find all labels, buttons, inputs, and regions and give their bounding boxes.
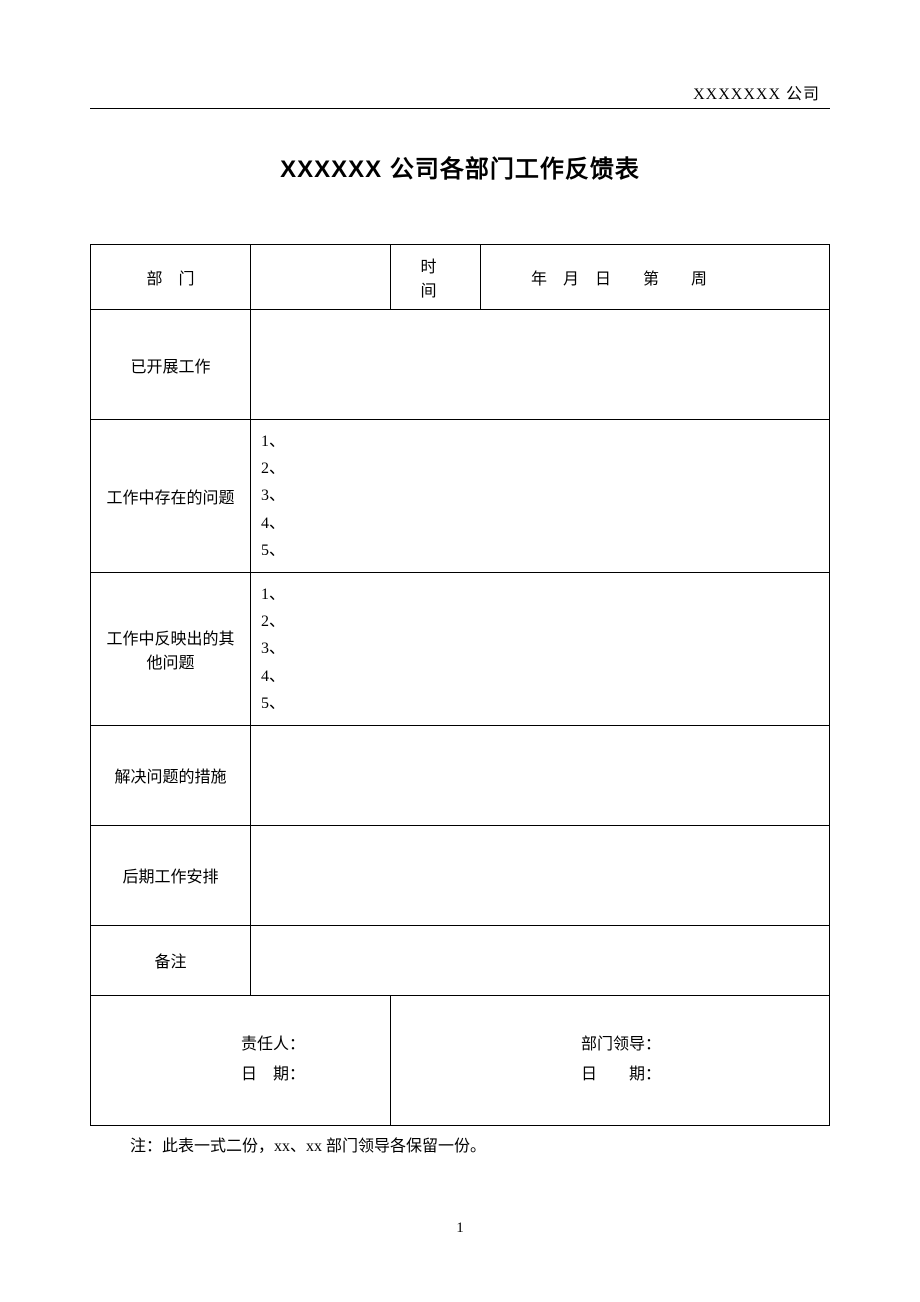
label-work-done: 已开展工作 xyxy=(91,310,251,420)
value-remarks xyxy=(251,925,830,995)
label-future-plan: 后期工作安排 xyxy=(91,825,251,925)
label-time: 时 间 xyxy=(391,245,481,310)
document-title: XXXXXX 公司各部门工作反馈表 xyxy=(90,149,830,184)
leader-label: 部门领导： xyxy=(581,1030,819,1060)
label-department: 部 门 xyxy=(91,245,251,310)
label-issues: 工作中存在的问题 xyxy=(91,420,251,573)
row-dept-time: 部 门 时 间 年 月 日 第 周 xyxy=(91,245,830,310)
row-other-issues: 工作中反映出的其他问题 1、 2、 3、 4、 5、 xyxy=(91,572,830,725)
signature-right-cell: 部门领导： 日 期： xyxy=(391,995,830,1125)
issue-item: 5、 xyxy=(261,537,819,564)
value-other-issues: 1、 2、 3、 4、 5、 xyxy=(251,572,830,725)
issue-item: 4、 xyxy=(261,510,819,537)
row-issues: 工作中存在的问题 1、 2、 3、 4、 5、 xyxy=(91,420,830,573)
other-issue-item: 2、 xyxy=(261,608,819,635)
footnote: 注：此表一式二份，xx、xx 部门领导各保留一份。 xyxy=(90,1132,830,1156)
row-remarks: 备注 xyxy=(91,925,830,995)
page-number: 1 xyxy=(0,1220,920,1237)
row-measures: 解决问题的措施 xyxy=(91,725,830,825)
row-signatures: 责任人： 日 期： 部门领导： 日 期： xyxy=(91,995,830,1125)
label-measures: 解决问题的措施 xyxy=(91,725,251,825)
value-future-plan xyxy=(251,825,830,925)
value-measures xyxy=(251,725,830,825)
date-line-text: 年 月 日 第 周 xyxy=(491,265,707,289)
value-department xyxy=(251,245,391,310)
date-label-left: 日 期： xyxy=(241,1060,380,1090)
row-future-plan: 后期工作安排 xyxy=(91,825,830,925)
responsible-label: 责任人： xyxy=(241,1030,380,1060)
signature-left-cell: 责任人： 日 期： xyxy=(91,995,391,1125)
value-issues: 1、 2、 3、 4、 5、 xyxy=(251,420,830,573)
feedback-form-table: 部 门 时 间 年 月 日 第 周 已开展工作 工作中存在的问题 1、 2、 3… xyxy=(90,244,830,1126)
other-issue-item: 5、 xyxy=(261,690,819,717)
date-label-right: 日 期： xyxy=(581,1060,819,1090)
issue-item: 1、 xyxy=(261,428,819,455)
header-rule xyxy=(90,108,830,109)
header-company: XXXXXXX 公司 xyxy=(90,80,830,104)
row-work-done: 已开展工作 xyxy=(91,310,830,420)
issue-item: 3、 xyxy=(261,482,819,509)
other-issue-item: 4、 xyxy=(261,663,819,690)
issue-item: 2、 xyxy=(261,455,819,482)
value-work-done xyxy=(251,310,830,420)
label-remarks: 备注 xyxy=(91,925,251,995)
other-issue-item: 1、 xyxy=(261,581,819,608)
label-other-issues: 工作中反映出的其他问题 xyxy=(91,572,251,725)
value-date: 年 月 日 第 周 xyxy=(481,245,830,310)
other-issue-item: 3、 xyxy=(261,635,819,662)
